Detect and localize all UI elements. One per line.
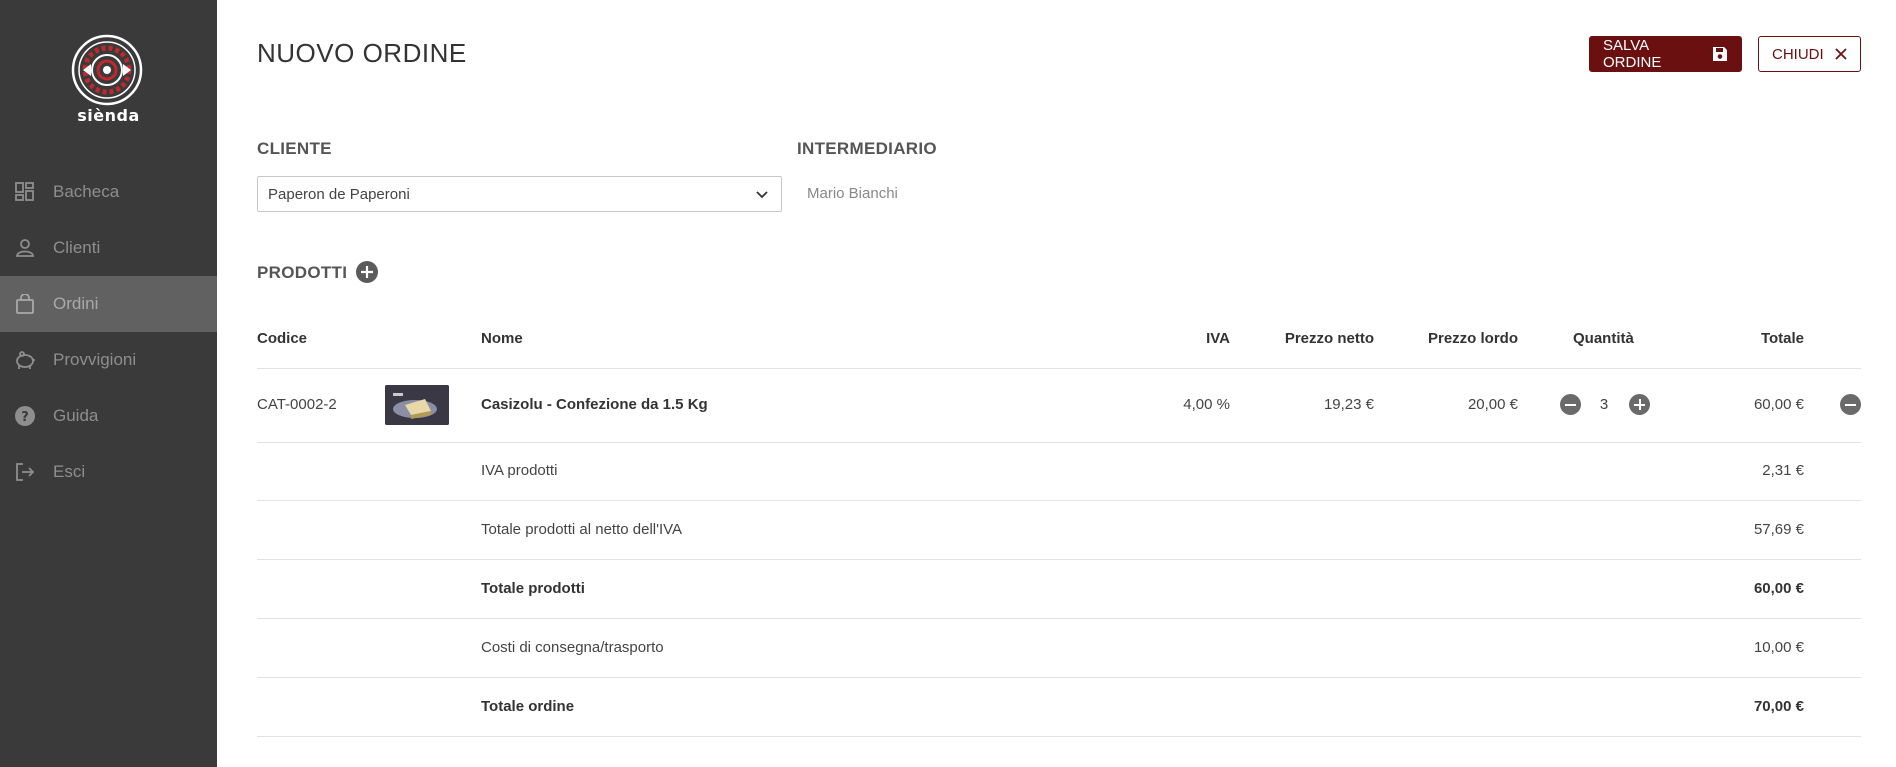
increase-quantity-button[interactable]	[1629, 394, 1650, 415]
product-name: Casizolu - Confezione da 1.5 Kg	[481, 396, 708, 413]
dashboard-icon	[14, 181, 36, 203]
sidebar-item-esci[interactable]: Esci	[0, 444, 217, 500]
sidebar-item-label: Clienti	[53, 238, 101, 257]
sidebar-item-clienti[interactable]: Clienti	[0, 220, 217, 276]
intermediario-value: Mario Bianchi	[807, 185, 898, 202]
close-button[interactable]: CHIUDI	[1758, 36, 1861, 72]
product-prezzo-netto: 19,23 €	[1323, 396, 1374, 413]
save-order-button[interactable]: SALVA ORDINE	[1589, 36, 1742, 72]
summary-label-totale-prodotti: Totale prodotti	[481, 580, 585, 597]
brand-logo-icon	[71, 34, 143, 106]
brand-name: siènda	[77, 106, 140, 125]
divider	[257, 736, 1861, 737]
sidebar-item-label: Guida	[53, 406, 99, 425]
piggy-bank-icon	[14, 349, 36, 371]
summary-label-netto: Totale prodotti al netto dell'IVA	[481, 521, 683, 538]
divider	[257, 618, 1861, 619]
sidebar-item-label: Provvigioni	[53, 350, 137, 369]
cliente-select[interactable]: Paperon de Paperoni	[257, 176, 782, 212]
cliente-select-value: Paperon de Paperoni	[268, 185, 410, 203]
column-header-nome: Nome	[481, 330, 523, 347]
summary-label-totale-ordine: Totale ordine	[481, 698, 575, 715]
column-header-prezzo-lordo: Prezzo lordo	[1427, 330, 1518, 347]
summary-label-consegna: Costi di consegna/trasporto	[481, 639, 664, 656]
product-code: CAT-0002-2	[257, 396, 337, 413]
logout-icon	[14, 461, 36, 483]
divider	[257, 442, 1861, 443]
sidebar-item-guida[interactable]: ? Guida	[0, 388, 217, 444]
chevron-down-icon	[756, 191, 768, 199]
sidebar-item-label: Bacheca	[53, 182, 120, 201]
close-icon	[1834, 47, 1848, 61]
product-quantity: 3	[1599, 396, 1609, 413]
divider	[257, 677, 1861, 678]
remove-product-button[interactable]	[1840, 394, 1861, 415]
divider	[257, 559, 1861, 560]
intermediario-label: INTERMEDIARIO	[797, 139, 937, 158]
svg-text:?: ?	[21, 410, 29, 425]
column-header-quantita: Quantità	[1573, 330, 1634, 347]
summary-value-consegna: 10,00 €	[1753, 639, 1804, 656]
shopping-bag-icon	[14, 293, 36, 315]
product-totale: 60,00 €	[1753, 396, 1804, 413]
save-button-label: SALVA ORDINE	[1603, 37, 1662, 71]
decrease-quantity-button[interactable]	[1560, 394, 1581, 415]
help-icon: ?	[14, 405, 36, 427]
summary-value-netto: 57,69 €	[1753, 521, 1804, 538]
divider	[257, 500, 1861, 501]
product-iva: 4,00 %	[1183, 396, 1230, 413]
product-prezzo-lordo: 20,00 €	[1467, 396, 1518, 413]
prodotti-label: PRODOTTI	[257, 263, 348, 282]
sidebar-item-provvigioni[interactable]: Provvigioni	[0, 332, 217, 388]
cliente-label: CLIENTE	[257, 139, 332, 158]
column-header-iva: IVA	[1206, 330, 1230, 347]
summary-value-totale-prodotti: 60,00 €	[1753, 580, 1804, 597]
summary-label-iva: IVA prodotti	[481, 462, 558, 479]
product-image	[385, 385, 449, 425]
close-button-label: CHIUDI	[1772, 45, 1824, 63]
column-header-codice: Codice	[257, 330, 308, 347]
sidebar-item-label: Esci	[53, 462, 86, 481]
page-title: NUOVO ORDINE	[257, 38, 467, 68]
column-header-prezzo-netto: Prezzo netto	[1284, 330, 1374, 347]
summary-value-totale-ordine: 70,00 €	[1753, 698, 1804, 715]
summary-value-iva: 2,31 €	[1762, 462, 1804, 479]
sidebar: siènda Bacheca Clienti Ordini Provvigion…	[0, 0, 217, 767]
sidebar-item-label: Ordini	[53, 294, 99, 313]
divider	[257, 368, 1861, 369]
column-header-totale: Totale	[1760, 330, 1804, 347]
sidebar-item-bacheca[interactable]: Bacheca	[0, 164, 217, 220]
person-icon	[14, 237, 36, 259]
add-product-icon[interactable]	[356, 261, 378, 283]
sidebar-item-ordini[interactable]: Ordini	[0, 276, 217, 332]
floppy-disk-icon	[1712, 46, 1728, 62]
